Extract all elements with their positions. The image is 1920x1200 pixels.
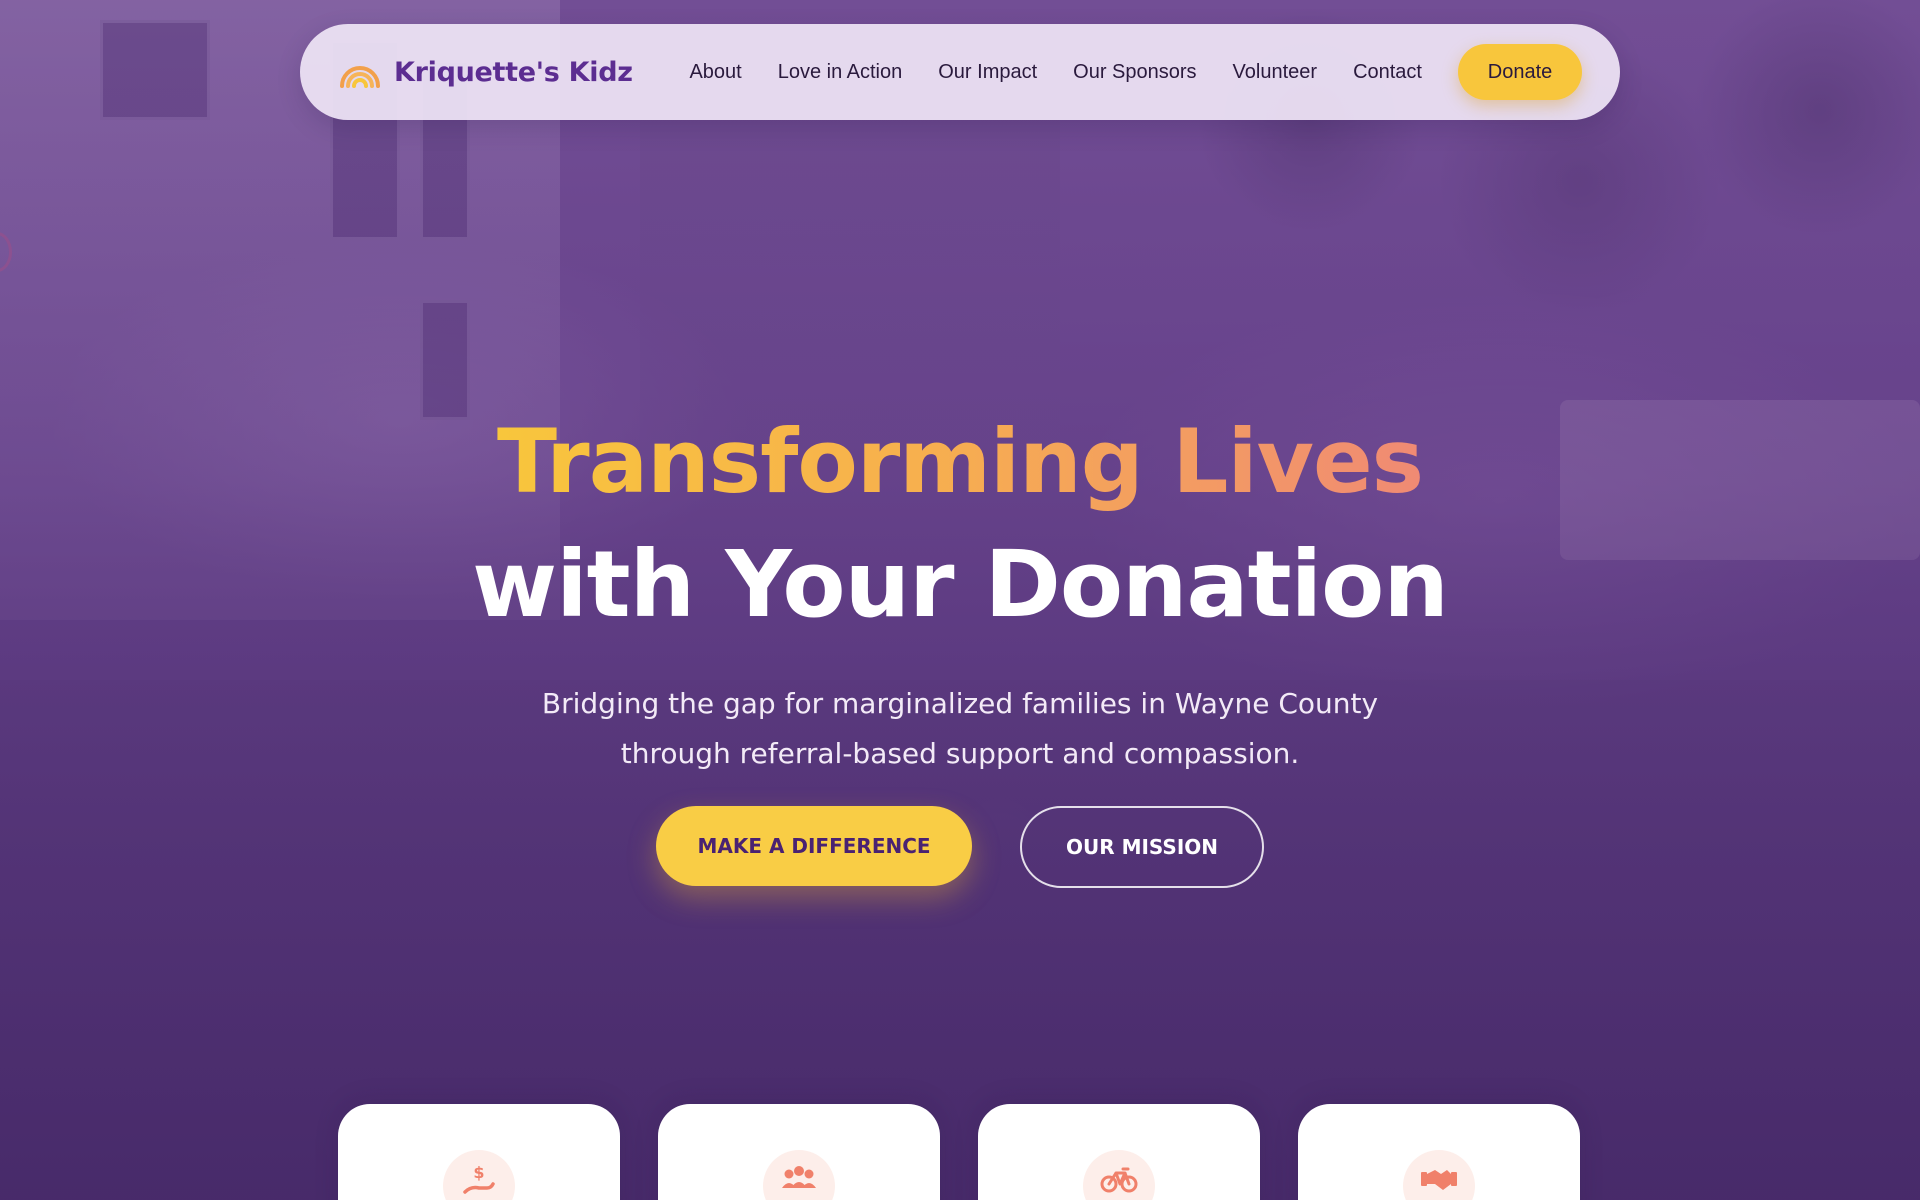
donation-hand-icon: $ <box>443 1150 515 1200</box>
headline-main: with Your Donation <box>472 531 1449 638</box>
nav-link-contact[interactable]: Contact <box>1353 61 1422 84</box>
feature-card[interactable] <box>1298 1104 1580 1200</box>
nav-link-about[interactable]: About <box>689 61 741 84</box>
navbar: Kriquette's Kidz About Love in Action Ou… <box>300 24 1620 120</box>
feature-card[interactable]: $ <box>338 1104 620 1200</box>
our-mission-button[interactable]: OUR MISSION <box>1020 806 1264 888</box>
people-group-icon <box>763 1150 835 1200</box>
nav-link-volunteer[interactable]: Volunteer <box>1233 61 1318 84</box>
bicycle-icon <box>1083 1150 1155 1200</box>
handshake-icon <box>1403 1150 1475 1200</box>
donate-button[interactable]: Donate <box>1458 44 1582 100</box>
rainbow-icon <box>340 66 380 88</box>
nav-link-our-sponsors[interactable]: Our Sponsors <box>1073 61 1196 84</box>
feature-cards: $ <box>338 1104 1580 1200</box>
hero-subheading: Bridging the gap for marginalized famili… <box>541 687 1379 770</box>
cta-row: MAKE A DIFFERENCE OUR MISSION <box>0 806 1920 888</box>
brand[interactable]: Kriquette's Kidz <box>338 56 633 88</box>
brand-name: Kriquette's Kidz <box>394 56 633 88</box>
hero-content: Transforming Lives with Your Donation Br… <box>0 410 1920 779</box>
feature-card[interactable] <box>658 1104 940 1200</box>
make-a-difference-button[interactable]: MAKE A DIFFERENCE <box>656 806 972 886</box>
headline-highlight: Transforming Lives <box>496 410 1424 513</box>
hero-headline: Transforming Lives with Your Donation <box>0 410 1920 637</box>
nav-link-love-in-action[interactable]: Love in Action <box>778 61 903 84</box>
svg-text:$: $ <box>473 1163 484 1182</box>
nav-links: About Love in Action Our Impact Our Spon… <box>689 61 1422 84</box>
nav-link-our-impact[interactable]: Our Impact <box>938 61 1037 84</box>
feature-card[interactable] <box>978 1104 1260 1200</box>
